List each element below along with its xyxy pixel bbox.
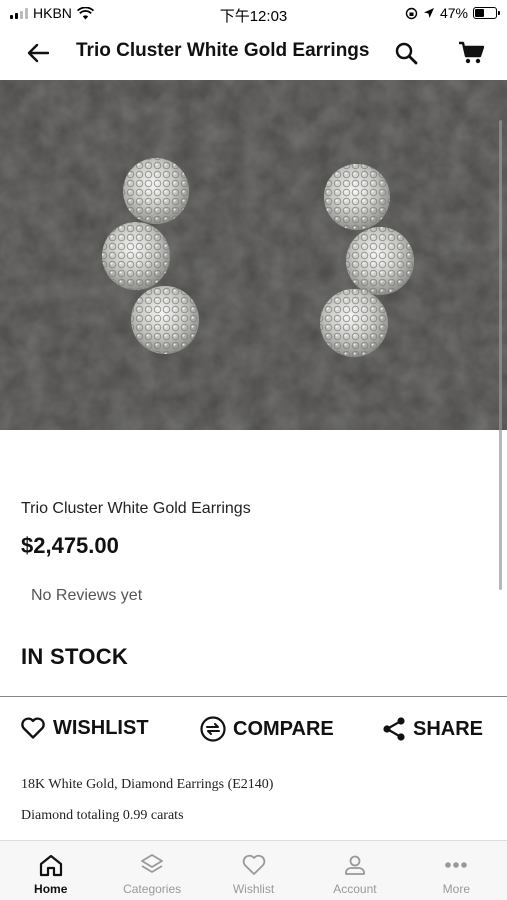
compare-icon	[200, 716, 226, 742]
tab-label: Wishlist	[232, 882, 275, 896]
wishlist-label: WISHLIST	[53, 716, 149, 739]
tab-home[interactable]: Home	[0, 841, 101, 900]
back-button[interactable]	[24, 40, 52, 66]
tab-label: Home	[34, 882, 68, 896]
tab-categories[interactable]: Categories	[101, 841, 202, 900]
tab-label: Categories	[123, 882, 182, 896]
back-arrow-icon	[27, 43, 49, 63]
tab-label: More	[442, 882, 470, 896]
search-icon	[395, 42, 418, 65]
product-image[interactable]	[0, 80, 507, 430]
product-name: Trio Cluster White Gold Earrings	[21, 500, 251, 517]
tab-label: Account	[333, 882, 377, 896]
layers-icon	[141, 854, 164, 873]
description-line: Diamond totaling 0.99 carats	[21, 808, 184, 823]
tab-account[interactable]: Account	[304, 841, 405, 900]
location-arrow-icon	[423, 8, 434, 18]
heart-icon	[242, 854, 265, 875]
home-icon	[39, 854, 62, 877]
battery-icon	[473, 7, 500, 19]
tab-bar: Home Categories Wishlist Account More	[0, 840, 507, 900]
divider	[0, 696, 507, 697]
status-right: 47%	[405, 5, 500, 21]
earrings-photo	[0, 80, 507, 430]
orientation-lock-icon	[405, 7, 418, 19]
share-label: SHARE	[413, 717, 484, 740]
person-icon	[345, 855, 365, 875]
compare-button[interactable]: COMPARE	[200, 716, 334, 742]
stock-status: IN STOCK	[21, 644, 129, 669]
cart-button[interactable]	[456, 39, 486, 67]
status-bar: HKBN 下午12:03 47%	[0, 0, 507, 28]
share-icon	[383, 717, 405, 741]
scrollbar[interactable]	[499, 120, 502, 590]
cart-icon	[459, 41, 484, 64]
tab-wishlist[interactable]: Wishlist	[203, 841, 304, 900]
share-button[interactable]: SHARE	[382, 716, 483, 742]
reviews-text[interactable]: No Reviews yet	[31, 587, 142, 605]
compare-label: COMPARE	[233, 717, 334, 740]
nav-bar: Trio Cluster White Gold Earrings	[0, 28, 507, 78]
battery-percent: 47%	[439, 5, 468, 21]
wishlist-button[interactable]: WISHLIST	[20, 716, 149, 740]
product-price: $2,475.00	[21, 533, 119, 558]
heart-icon	[21, 717, 45, 739]
tab-more[interactable]: More	[406, 841, 507, 900]
page-title: Trio Cluster White Gold Earrings	[76, 40, 370, 61]
description-line: 18K White Gold, Diamond Earrings (E2140)	[21, 777, 274, 792]
search-button[interactable]	[392, 39, 420, 67]
more-dots-icon	[445, 862, 468, 868]
